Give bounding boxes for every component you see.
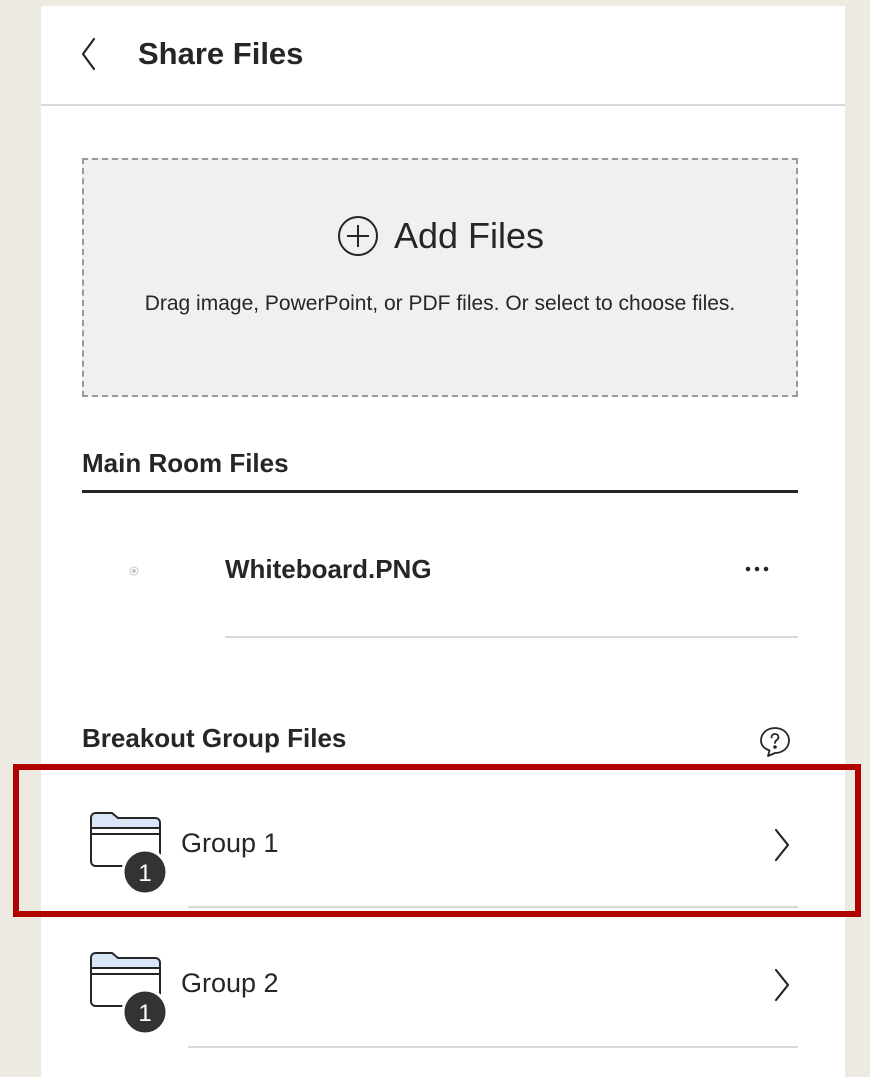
more-icon — [745, 566, 769, 572]
file-count: 1 — [138, 860, 151, 887]
main-room-divider — [82, 490, 798, 493]
file-dot-icon — [129, 566, 139, 576]
file-name: Whiteboard.PNG — [225, 554, 432, 584]
add-files-label: Add Files — [393, 215, 545, 256]
panel-header: Share Files — [41, 6, 845, 106]
breakout-group-item[interactable]: 1 Group 1 — [82, 796, 798, 906]
back-button[interactable] — [75, 34, 105, 74]
dropzone-help-text: Drag image, PowerPoint, or PDF files. Or… — [144, 292, 736, 315]
add-files-row[interactable]: Add Files — [84, 208, 796, 264]
chevron-right-icon — [774, 828, 790, 862]
file-divider — [225, 636, 798, 638]
group-divider — [188, 1046, 798, 1048]
group-name: Group 1 — [181, 828, 279, 858]
chevron-right-icon — [774, 968, 790, 1002]
folder-icon: 1 — [90, 812, 169, 896]
chevron-left-icon — [81, 37, 96, 71]
share-files-panel: Share Files Add Files Drag image, PowerP… — [41, 6, 845, 1077]
add-files-dropzone[interactable]: Add Files Drag image, PowerPoint, or PDF… — [82, 158, 798, 397]
file-row-whiteboard[interactable]: Whiteboard.PNG — [82, 538, 798, 606]
group-name: Group 2 — [181, 968, 279, 998]
plus-circle-icon — [337, 216, 378, 256]
group-divider — [188, 906, 798, 908]
file-count: 1 — [138, 1000, 151, 1027]
file-count-badge: 1 — [121, 848, 169, 896]
file-options-button[interactable] — [740, 554, 776, 584]
breakout-group-item[interactable]: 1 Group 2 — [82, 936, 798, 1046]
file-count-badge: 1 — [121, 988, 169, 1036]
breakout-group-files-heading: Breakout Group Files — [82, 723, 347, 753]
folder-icon: 1 — [90, 952, 169, 1036]
main-room-files-heading: Main Room Files — [82, 448, 289, 478]
help-bubble-icon[interactable] — [758, 725, 792, 759]
page-title: Share Files — [138, 36, 304, 71]
